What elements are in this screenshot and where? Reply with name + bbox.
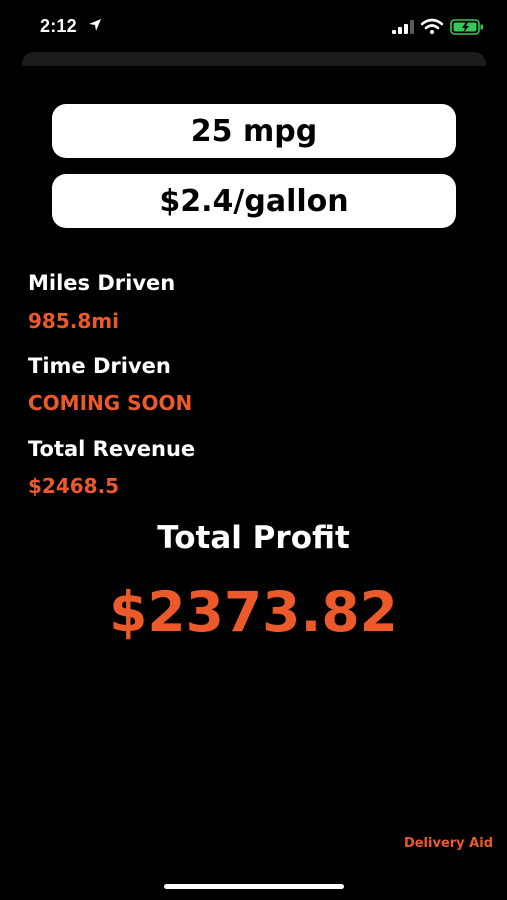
mpg-input[interactable]: 25 mpg: [52, 104, 456, 158]
status-bar: 2:12: [0, 0, 507, 50]
location-arrow-icon: [89, 19, 101, 31]
sheet-grabber-edge: [22, 52, 486, 66]
total-revenue-value: $2468.5: [28, 474, 120, 498]
miles-driven-label: Miles Driven: [28, 271, 176, 295]
wifi-icon: [421, 18, 443, 34]
cellular-signal-icon: [392, 20, 414, 34]
time-driven-value: COMING SOON: [28, 391, 193, 415]
app-brand-label: Delivery Aid: [403, 836, 493, 851]
total-profit-title: Total Profit: [157, 520, 350, 556]
time-driven-label: Time Driven: [28, 354, 171, 378]
gas-price-input[interactable]: $2.4/gallon: [52, 174, 456, 228]
home-indicator[interactable]: [164, 884, 344, 889]
status-time: 2:12: [40, 16, 77, 36]
total-revenue-label: Total Revenue: [28, 437, 196, 461]
miles-driven-value: 985.8mi: [28, 309, 119, 333]
battery-charging-icon: [450, 19, 483, 35]
total-profit-value: $2373.82: [109, 580, 398, 644]
